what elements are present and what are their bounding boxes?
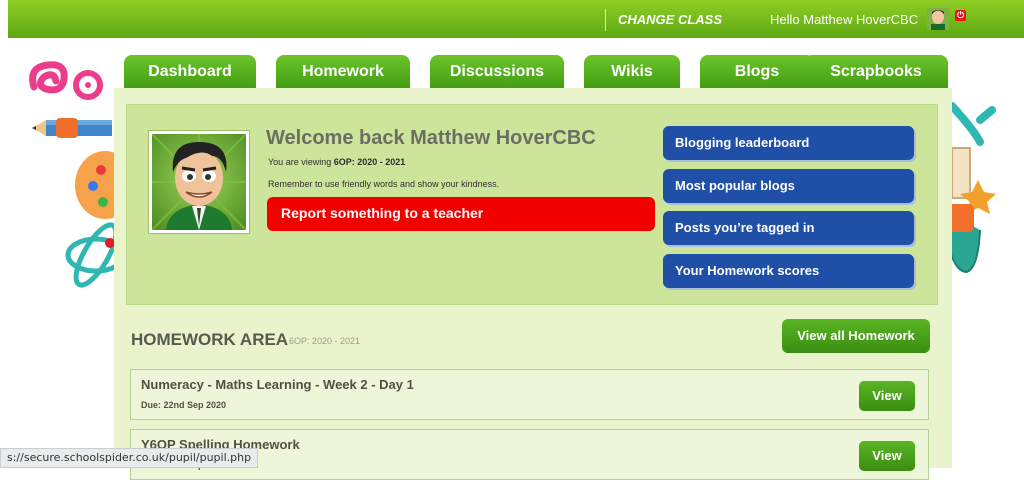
topbar-divider <box>605 9 606 31</box>
user-avatar-small[interactable] <box>927 8 949 30</box>
tab-discussions[interactable]: Discussions <box>430 55 564 91</box>
tab-dashboard[interactable]: Dashboard <box>124 55 256 91</box>
avatar <box>148 130 250 234</box>
view-homework-button[interactable]: View <box>859 381 915 411</box>
atom-decoration-icon <box>65 222 118 288</box>
tab-homework[interactable]: Homework <box>276 55 410 91</box>
view-all-homework-button[interactable]: View all Homework <box>782 319 930 353</box>
homework-name: Numeracy - Maths Learning - Week 2 - Day… <box>141 377 414 392</box>
lab-equipment-decoration-icon <box>944 102 996 274</box>
list-item: Numeracy - Maths Learning - Week 2 - Day… <box>130 369 929 420</box>
main-nav-tabs: Dashboard Homework Discussions Wikis Blo… <box>122 55 948 91</box>
blogging-leaderboard-button[interactable]: Blogging leaderboard <box>663 126 914 160</box>
homework-scores-button[interactable]: Your Homework scores <box>663 254 914 288</box>
most-popular-blogs-button[interactable]: Most popular blogs <box>663 169 914 203</box>
tab-scrapbooks[interactable]: Scrapbooks <box>804 55 948 91</box>
pencil-decoration-icon <box>32 118 112 138</box>
homework-due: Due: 22nd Sep 2020 <box>141 400 227 410</box>
view-homework-button[interactable]: View <box>859 441 915 471</box>
top-bar: CHANGE CLASS Hello Matthew HoverCBC ⏻ <box>8 0 1024 38</box>
viewing-class-text: You are viewing 6OP: 2020 - 2021 <box>268 157 405 167</box>
homework-area-subtitle: 6OP: 2020 - 2021 <box>289 336 361 346</box>
viewing-prefix: You are viewing <box>268 157 332 167</box>
tagged-posts-button[interactable]: Posts you’re tagged in <box>663 211 914 245</box>
music-note-decoration-icon <box>29 61 103 100</box>
change-class-link[interactable]: CHANGE CLASS <box>618 12 722 27</box>
tab-wikis[interactable]: Wikis <box>584 55 680 91</box>
greeting-text: Hello Matthew HoverCBC <box>770 12 919 27</box>
homework-area-title: HOMEWORK AREA <box>131 330 289 349</box>
browser-status-url: s://secure.schoolspider.co.uk/pupil/pupi… <box>0 448 259 468</box>
welcome-title: Welcome back Matthew HoverCBC <box>266 127 596 149</box>
kindness-note: Remember to use friendly words and show … <box>268 179 500 189</box>
report-to-teacher-button[interactable]: Report something to a teacher <box>267 197 655 231</box>
tab-blogs[interactable]: Blogs <box>700 55 814 91</box>
power-icon[interactable]: ⏻ <box>955 10 966 21</box>
viewing-class: 6OP: 2020 - 2021 <box>333 157 406 167</box>
